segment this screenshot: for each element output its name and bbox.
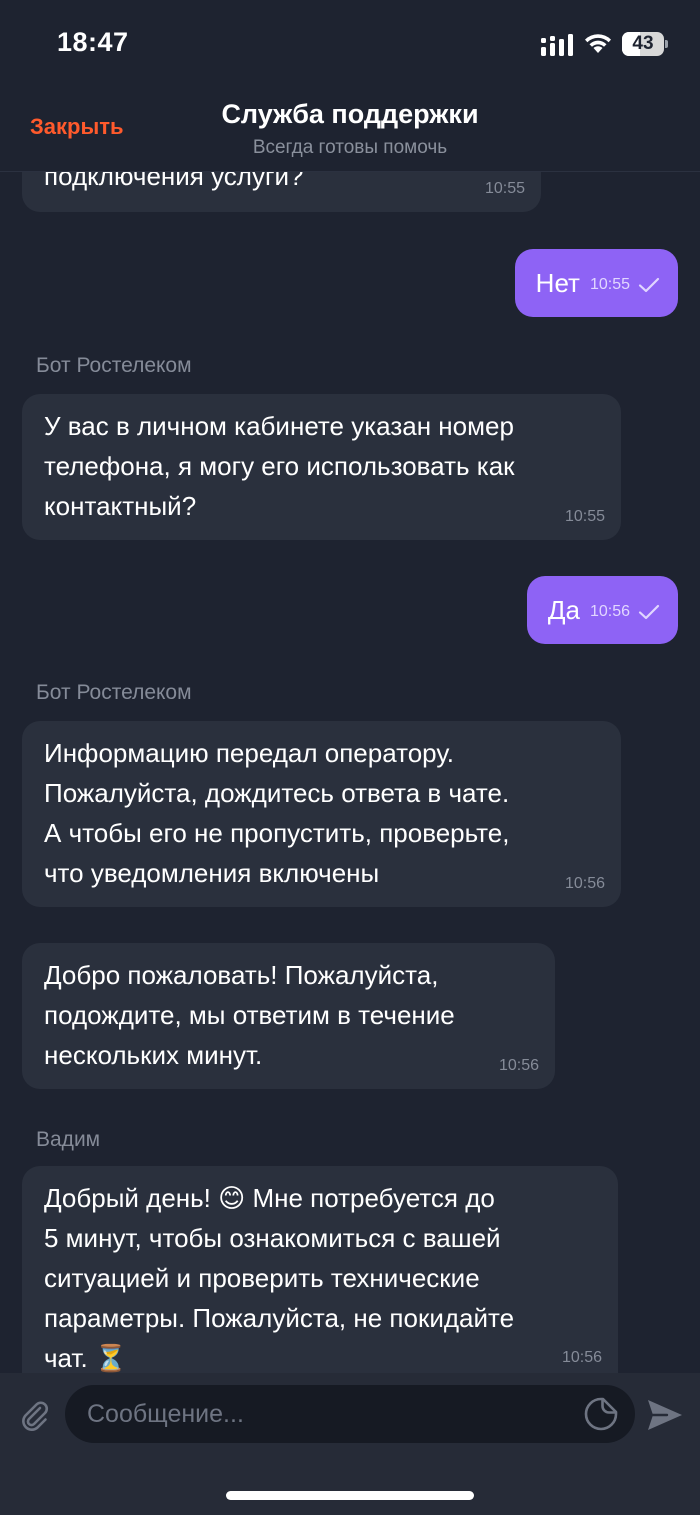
message-text: У вас в личном кабинете указан номер тел… (44, 411, 515, 521)
message-time: 10:56 (561, 1349, 602, 1366)
sender-name: Вадим (36, 1128, 101, 1151)
incoming-message: Информацию передал оператору. Пожалуйста… (22, 721, 621, 907)
incoming-message: У вас в личном кабинете указан номер тел… (22, 394, 621, 540)
message-text: Да (547, 595, 580, 625)
paperclip-icon[interactable] (18, 1399, 52, 1433)
send-icon[interactable] (645, 1397, 685, 1433)
message-time: 10:56 (498, 1057, 539, 1074)
message-text: Добро пожаловать! Пожалуйста, подождите,… (44, 960, 455, 1070)
incoming-message: подключения услуги? 10:55 (22, 172, 541, 212)
message-time: 10:55 (484, 180, 525, 197)
message-time: 10:56 (589, 603, 630, 621)
sender-name: Бот Ростелеком (36, 354, 192, 377)
message-input-wrapper (65, 1385, 635, 1443)
wifi-icon (585, 34, 611, 53)
incoming-message: Добро пожаловать! Пожалуйста, подождите,… (22, 943, 555, 1089)
message-list[interactable]: подключения услуги? 10:55 Нет 10:55 Бот Р… (0, 172, 700, 1373)
message-text: Добрый день! 😊 Мне потребуется до 5 мину… (44, 1183, 515, 1373)
page-subtitle: Всегда готовы помочь (252, 137, 448, 158)
status-bar: 18:47 43 (0, 0, 700, 90)
composer-bar (0, 1373, 700, 1515)
message-text: подключения услуги? (44, 172, 304, 191)
status-time: 18:47 (57, 27, 129, 57)
message-time: 10:55 (564, 508, 605, 525)
check-icon (638, 278, 660, 293)
chat-screen: 18:47 43 Закрыть Служба поддержки Всегда… (0, 0, 700, 1515)
home-indicator (226, 1491, 474, 1500)
page-title: Служба поддержки (221, 99, 479, 129)
sticker-icon[interactable] (583, 1396, 619, 1432)
message-time: 10:56 (564, 875, 605, 892)
outgoing-message: Да 10:56 (526, 576, 678, 644)
message-time: 10:55 (589, 276, 630, 294)
incoming-message: Добрый день! 😊 Мне потребуется до 5 мину… (22, 1166, 618, 1373)
chat-header: Закрыть Служба поддержки Всегда готовы п… (0, 90, 700, 172)
battery-percentage: 43 (632, 33, 654, 54)
outgoing-message: Нет 10:55 (514, 249, 678, 317)
cellular-signal-icon (541, 34, 573, 56)
message-text: Нет (535, 268, 580, 298)
message-text: Информацию передал оператору. Пожалуйста… (44, 738, 510, 888)
message-input[interactable] (87, 1385, 567, 1443)
sender-name: Бот Ростелеком (36, 681, 192, 704)
battery-icon: 43 (622, 32, 668, 56)
check-icon (638, 605, 660, 620)
